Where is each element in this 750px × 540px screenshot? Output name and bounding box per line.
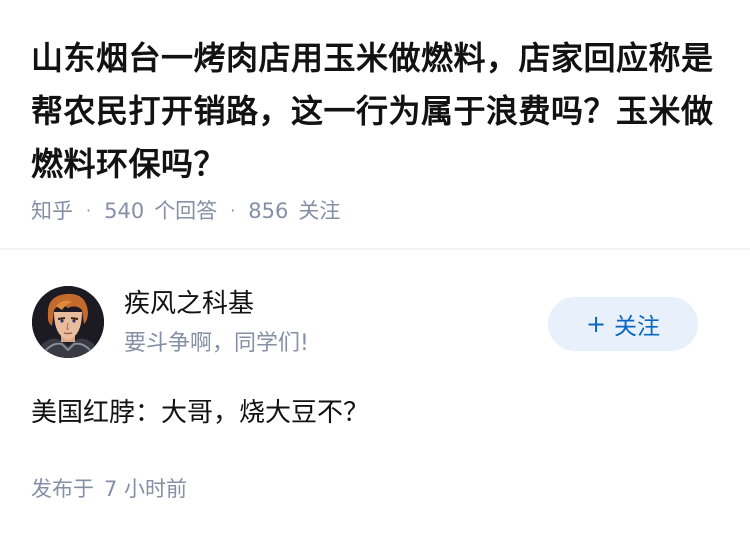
follow-button-label: 关注 [614,314,661,340]
follower-count: 856 [248,199,289,223]
answer-content[interactable]: 美国红脖：大哥，烧大豆不？ [31,394,369,432]
follower-count-label: 关注 [298,199,341,223]
question-title[interactable]: 山东烟台一烤肉店用玉米做燃料，店家回应称是帮农民打开销路，这一行为属于浪费吗？玉… [31,32,723,191]
follow-button[interactable]: + 关注 [548,297,698,351]
separator-dot: · [230,201,236,220]
separator-dot: · [86,201,92,220]
author-name[interactable]: 疾风之科基 [124,286,254,322]
author-bio: 要斗争啊，同学们! [124,331,309,356]
anime-character-avatar-icon [32,286,104,358]
plus-icon: + [585,310,607,338]
question-header: 山东烟台一烤肉店用玉米做燃料，店家回应称是帮农民打开销路，这一行为属于浪费吗？玉… [0,0,750,248]
published-time: 7 小时前 [104,477,188,501]
answer-count: 540 [104,199,145,223]
answer-timestamp: 发布于 7 小时前 [31,474,187,504]
source-label[interactable]: 知乎 [31,196,73,226]
published-label: 发布于 [31,477,94,501]
section-divider [0,248,750,250]
author-avatar[interactable] [32,286,104,358]
answer-count-label: 个回答 [154,199,218,223]
question-meta: 知乎 · 540 个回答 · 856 关注 [31,196,340,226]
